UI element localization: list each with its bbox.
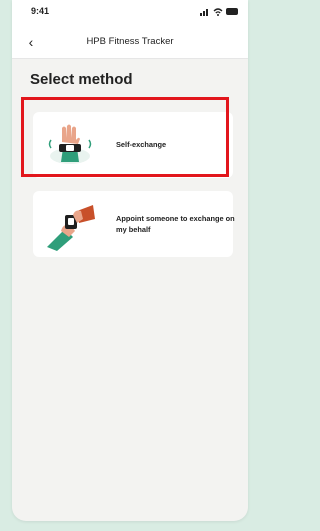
status-time: 9:41 <box>31 6 50 16</box>
status-icons <box>200 7 240 17</box>
phone-screen: 9:41 ‹ HPB Fitness Tracker Select method <box>12 0 248 521</box>
appoint-someone-option[interactable]: Appoint someone to exchange on my behalf <box>33 191 235 257</box>
page-title: Select method <box>30 71 133 88</box>
nav-title: HPB Fitness Tracker <box>86 36 174 47</box>
handover-tracker-illustration <box>47 205 95 251</box>
signal-icon <box>200 9 208 16</box>
wifi-icon <box>213 8 223 16</box>
self-exchange-label: Self-exchange <box>116 140 167 149</box>
self-exchange-option[interactable]: Self-exchange <box>33 112 233 178</box>
battery-icon <box>226 8 238 15</box>
hand-with-tracker-illustration <box>48 124 92 164</box>
status-bar: 9:41 <box>12 0 248 28</box>
appoint-someone-label: Appoint someone to exchange on my behalf <box>116 214 235 234</box>
nav-bar: ‹ HPB Fitness Tracker <box>12 28 248 59</box>
